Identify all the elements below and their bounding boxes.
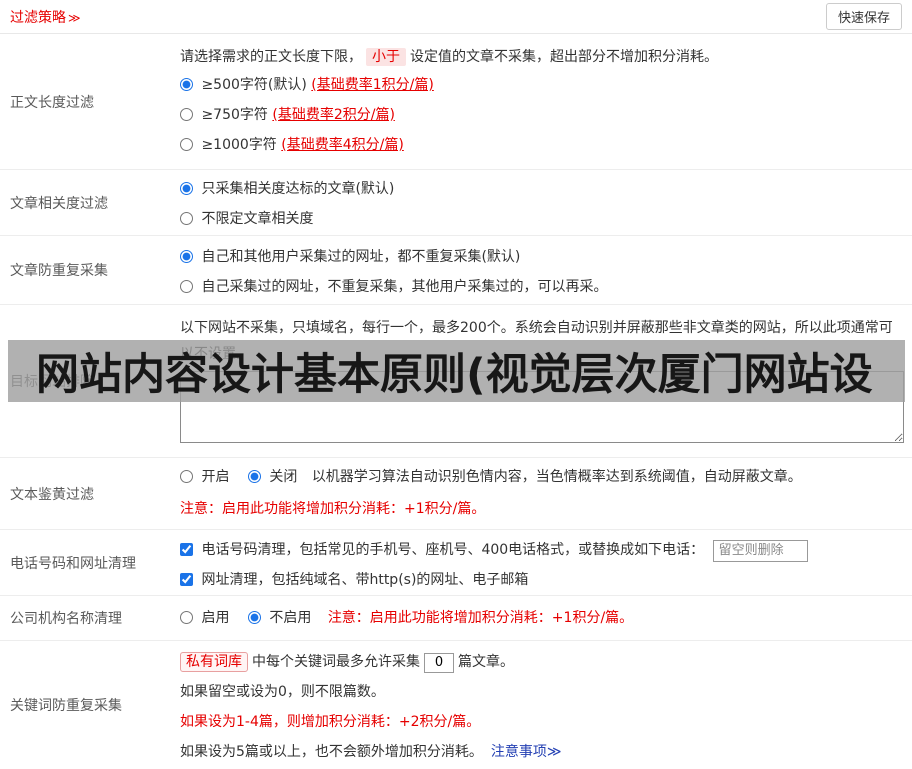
private-lexicon-tag: 私有词库	[180, 652, 248, 672]
relevance-any-label: 不限定文章相关度	[201, 211, 314, 227]
section-relevance-filter: 文章相关度过滤 只采集相关度达标的文章(默认) 不限定文章相关度	[0, 170, 912, 236]
porn-off-label: 关闭	[269, 469, 298, 485]
length-500-radio[interactable]	[180, 78, 193, 91]
length-1000-fee-note: (基础费率4积分/篇)	[281, 137, 404, 153]
length-500-fee-note: (基础费率1积分/篇)	[311, 77, 434, 93]
length-intro-after: 设定值的文章不采集，超出部分不增加积分消耗。	[410, 49, 718, 65]
section-label-keyword: 关键词防重复采集	[10, 698, 122, 714]
radio-dedupe-all[interactable]: 自己和其他用户采集过的网址，都不重复采集(默认)	[180, 249, 520, 265]
porn-on-label: 开启	[201, 469, 230, 485]
company-cost-note: 注意：启用此功能将增加积分消耗：+1积分/篇。	[327, 610, 634, 626]
less-than-tag: 小于	[366, 48, 406, 66]
length-500-label: ≥500字符(默认)	[201, 77, 307, 93]
radio-length-750[interactable]: ≥750字符 (基础费率2积分/篇)	[180, 107, 395, 123]
keyword-limit-unit: 篇文章。	[458, 654, 514, 670]
phone-clean-checkbox[interactable]	[180, 543, 193, 556]
relevance-strict-label: 只采集相关度达标的文章(默认)	[201, 181, 395, 197]
notice-link[interactable]: 注意事项≫	[491, 744, 562, 760]
radio-porn-on[interactable]: 开启	[180, 469, 234, 485]
radio-length-500[interactable]: ≥500字符(默认) (基础费率1积分/篇)	[180, 77, 434, 93]
length-intro-before: 请选择需求的正文长度下限，	[180, 49, 362, 65]
top-bar: 过滤策略 ≫ 快速保存	[0, 0, 912, 34]
section-label-company: 公司机构名称清理	[10, 611, 122, 627]
radio-relevance-any[interactable]: 不限定文章相关度	[180, 211, 313, 227]
section-label-relevance: 文章相关度过滤	[10, 195, 108, 212]
dedupe-all-label: 自己和其他用户采集过的网址，都不重复采集(默认)	[201, 249, 521, 265]
length-intro: 请选择需求的正文长度下限， 小于 设定值的文章不采集，超出部分不增加积分消耗。	[180, 44, 904, 70]
length-750-radio[interactable]	[180, 108, 193, 121]
length-1000-label: ≥1000字符	[201, 137, 277, 153]
section-dedupe: 文章防重复采集 自己和其他用户采集过的网址，都不重复采集(默认) 自己采集过的网…	[0, 236, 912, 305]
keyword-limit-text: 中每个关键词最多允许采集	[252, 654, 420, 670]
section-label-exclude: 目标网站排除	[10, 374, 94, 390]
section-company-clean: 公司机构名称清理 启用 不启用 注意：启用此功能将增加积分消耗：+1积分/篇。	[0, 596, 912, 641]
porn-off-radio[interactable]	[247, 470, 261, 483]
porn-on-radio[interactable]	[180, 470, 193, 483]
radio-porn-off[interactable]: 关闭	[247, 469, 302, 485]
page-title[interactable]: 过滤策略 ≫	[10, 7, 81, 27]
radio-dedupe-self[interactable]: 自己采集过的网址，不重复采集，其他用户采集过的，可以再采。	[180, 279, 607, 295]
section-label-length: 正文长度过滤	[10, 94, 94, 111]
radio-company-off[interactable]: 不启用	[247, 610, 316, 626]
keyword-note-cost: 如果设为1-4篇，则增加积分消耗：+2积分/篇。	[180, 714, 481, 730]
company-off-label: 不启用	[269, 610, 312, 626]
section-keyword-dedupe: 关键词防重复采集 私有词库中每个关键词最多允许采集 篇文章。 如果留空或设为0，则…	[0, 641, 912, 769]
keyword-note-five: 如果设为5篇或以上，也不会额外增加积分消耗。	[180, 744, 483, 760]
company-on-radio[interactable]	[180, 611, 193, 624]
replacement-phone-input[interactable]	[712, 539, 808, 562]
length-750-label: ≥750字符	[201, 107, 268, 123]
relevance-strict-radio[interactable]	[180, 182, 193, 195]
section-site-exclude: 目标网站排除 以下网站不采集，只填域名，每行一个，最多200个。系统会自动识别并…	[0, 305, 912, 458]
dedupe-all-radio[interactable]	[180, 250, 193, 263]
dedupe-self-radio[interactable]	[180, 280, 193, 293]
porn-cost-note: 注意：启用此功能将增加积分消耗：+1积分/篇。	[180, 501, 486, 517]
porn-description: 以机器学习算法自动识别色情内容，当色情概率达到系统阈值，自动屏蔽文章。	[311, 469, 802, 485]
dedupe-self-label: 自己采集过的网址，不重复采集，其他用户采集过的，可以再采。	[201, 279, 608, 295]
section-phone-url-clean: 电话号码和网址清理 电话号码清理，包括常见的手机号、座机号、400电话格式，或替…	[0, 530, 912, 596]
radio-company-on[interactable]: 启用	[180, 610, 234, 626]
section-label-porn: 文本鉴黄过滤	[10, 486, 94, 503]
exclude-intro: 以下网站不采集，只填域名，每行一个，最多200个。系统会自动识别并屏蔽那些非文章…	[180, 320, 893, 362]
quick-save-button[interactable]: 快速保存	[825, 3, 902, 30]
company-off-radio[interactable]	[247, 611, 261, 624]
checkbox-phone-clean[interactable]: 电话号码清理，包括常见的手机号、座机号、400电话格式，或替换成如下电话：	[180, 542, 709, 558]
chevron-down-icon: ≫	[68, 10, 81, 25]
relevance-any-radio[interactable]	[180, 212, 193, 225]
section-label-phone: 电话号码和网址清理	[10, 555, 136, 572]
url-clean-checkbox[interactable]	[180, 573, 193, 586]
section-label-dedupe: 文章防重复采集	[10, 263, 108, 279]
phone-clean-label: 电话号码清理，包括常见的手机号、座机号、400电话格式，或替换成如下电话：	[201, 542, 705, 558]
radio-relevance-strict[interactable]: 只采集相关度达标的文章(默认)	[180, 181, 394, 197]
radio-length-1000[interactable]: ≥1000字符 (基础费率4积分/篇)	[180, 137, 404, 153]
section-length-filter: 正文长度过滤 请选择需求的正文长度下限， 小于 设定值的文章不采集，超出部分不增加积…	[0, 34, 912, 170]
keyword-note-zero: 如果留空或设为0，则不限篇数。	[180, 684, 385, 700]
page-title-text: 过滤策略	[10, 9, 66, 26]
company-on-label: 启用	[201, 610, 230, 626]
exclude-domains-textarea[interactable]	[180, 371, 904, 443]
length-1000-radio[interactable]	[180, 138, 193, 151]
section-porn-filter: 文本鉴黄过滤 开启 关闭 以机器学习算法自动识别色情内容，当色情概率达到系统阈值…	[0, 458, 912, 530]
checkbox-url-clean[interactable]: 网址清理，包括纯域名、带http(s)的网址、电子邮箱	[180, 572, 528, 588]
keyword-count-input[interactable]	[424, 652, 454, 673]
url-clean-label: 网址清理，包括纯域名、带http(s)的网址、电子邮箱	[201, 572, 529, 588]
length-750-fee-note: (基础费率2积分/篇)	[272, 107, 395, 123]
